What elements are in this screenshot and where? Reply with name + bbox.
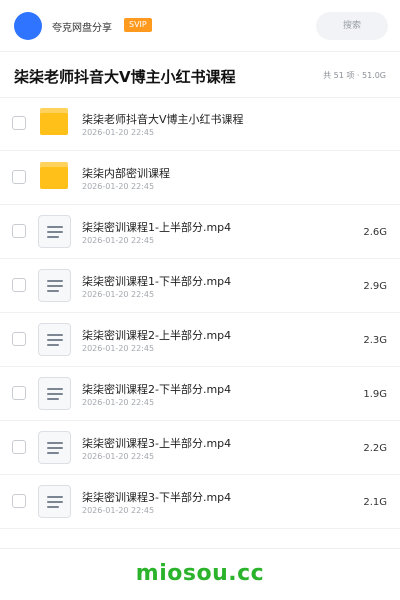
file-date: 2026-01-20 22:45 [82,452,155,461]
file-date: 2026-01-20 22:45 [82,128,155,137]
list-item[interactable]: 柒柒密训课程2-下半部分.mp4 2026-01-20 22:45 1.9G [0,367,400,421]
file-list: 柒柒老师抖音大V博主小红书课程 2026-01-20 22:45 柒柒内部密训课… [0,97,400,529]
document-icon [38,431,71,464]
file-date: 2026-01-20 22:45 [82,344,155,353]
list-item[interactable]: 柒柒老师抖音大V博主小红书课程 2026-01-20 22:45 [0,97,400,151]
document-icon [38,269,71,302]
file-name: 柒柒密训课程3-上半部分.mp4 [82,437,232,450]
file-name: 柒柒密训课程2-下半部分.mp4 [82,383,232,396]
search-button[interactable]: 搜索 [316,12,388,40]
row-checkbox[interactable] [12,332,26,346]
file-name: 柒柒内部密训课程 [82,167,170,180]
page-title: 柒柒老师抖音大V博主小红书课程 [14,68,236,86]
document-icon [38,377,71,410]
file-name: 柒柒密训课程1-上半部分.mp4 [82,221,232,234]
site-watermark: miosou.cc [135,561,265,586]
document-icon [38,215,71,248]
file-name: 柒柒密训课程1-下半部分.mp4 [82,275,232,288]
file-name: 柒柒老师抖音大V博主小红书课程 [82,113,244,126]
file-name: 柒柒密训课程3-下半部分.mp4 [82,491,232,504]
list-item[interactable]: 柒柒密训课程2-上半部分.mp4 2026-01-20 22:45 2.3G [0,313,400,367]
list-item[interactable]: 柒柒密训课程1-上半部分.mp4 2026-01-20 22:45 2.6G [0,205,400,259]
row-checkbox[interactable] [12,440,26,454]
avatar[interactable] [14,12,42,40]
list-item[interactable]: 柒柒密训课程3-下半部分.mp4 2026-01-20 22:45 2.1G [0,475,400,529]
row-checkbox[interactable] [12,170,26,184]
list-item[interactable]: 柒柒密训课程1-下半部分.mp4 2026-01-20 22:45 2.9G [0,259,400,313]
file-date: 2026-01-20 22:45 [82,236,155,245]
file-date: 2026-01-20 22:45 [82,506,155,515]
file-size: 1.9G [363,389,387,400]
document-icon [38,485,71,518]
file-size: 2.1G [363,497,387,508]
file-date: 2026-01-20 22:45 [82,290,155,299]
svip-badge: SVIP [124,18,152,32]
row-checkbox[interactable] [12,494,26,508]
footer: miosou.cc [0,548,400,600]
list-item[interactable]: 柒柒内部密训课程 2026-01-20 22:45 [0,151,400,205]
folder-icon [40,108,68,135]
document-icon [38,323,71,356]
file-size: 2.2G [363,443,387,454]
title-bar: 柒柒老师抖音大V博主小红书课程 共 51 项 · 51.0G [0,52,400,98]
item-summary: 共 51 项 · 51.0G [323,71,386,80]
file-size: 2.3G [363,335,387,346]
file-size: 2.6G [363,227,387,238]
sharer-name: 夸克网盘分享 [52,23,112,34]
top-bar: 夸克网盘分享 SVIP 搜索 [0,0,400,52]
row-checkbox[interactable] [12,278,26,292]
file-date: 2026-01-20 22:45 [82,398,155,407]
row-checkbox[interactable] [12,386,26,400]
file-size: 2.9G [363,281,387,292]
row-checkbox[interactable] [12,224,26,238]
list-item[interactable]: 柒柒密训课程3-上半部分.mp4 2026-01-20 22:45 2.2G [0,421,400,475]
file-name: 柒柒密训课程2-上半部分.mp4 [82,329,232,342]
row-checkbox[interactable] [12,116,26,130]
file-date: 2026-01-20 22:45 [82,182,155,191]
folder-icon [40,162,68,189]
